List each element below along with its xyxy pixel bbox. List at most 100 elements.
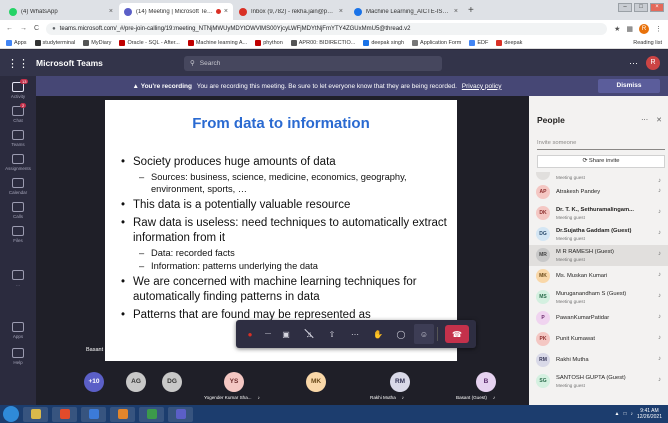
participant-tile[interactable]: B: [476, 372, 496, 392]
tab-close-icon[interactable]: ×: [224, 8, 228, 15]
browser-tab[interactable]: (4) WhatsApp ×: [4, 3, 118, 20]
rail-item-files[interactable]: Files: [0, 226, 36, 243]
camera-off-icon[interactable]: ▣: [276, 324, 296, 344]
participant-tile[interactable]: MK: [306, 372, 326, 392]
participant-tile[interactable]: RM: [390, 372, 410, 392]
mic-off-icon[interactable]: ♪: [658, 230, 661, 236]
bookmark-item[interactable]: deepak: [496, 39, 522, 46]
bookmark-item[interactable]: MyDiary: [83, 39, 111, 46]
bookmark-item[interactable]: EDF: [469, 39, 488, 46]
network-icon[interactable]: □: [623, 411, 626, 417]
browser-menu-icon[interactable]: ⋮: [655, 25, 662, 33]
browser-tab[interactable]: (14) Meeting | Microsoft Teams ×: [119, 3, 233, 20]
forward-button[interactable]: →: [20, 25, 27, 32]
mic-off-icon[interactable]: ♪: [658, 377, 661, 383]
user-avatar[interactable]: R: [646, 56, 660, 70]
browser-tab[interactable]: Inbox (9,782) - rekha.jain@poornima.org×: [234, 3, 348, 20]
participant-row[interactable]: MR M R RAMESH (Guest) Meeting guest ♪: [529, 245, 668, 266]
participant-row[interactable]: DK Dr. T. K., Sethuramalingam... Meeting g…: [529, 203, 668, 224]
taskbar-app-button[interactable]: [139, 406, 164, 422]
browser-tab[interactable]: Machine Learning_AICTE-ISTE-... ×: [349, 3, 463, 20]
rail-item-[interactable]: ...: [0, 270, 36, 287]
rail-item-chat[interactable]: Chat 2: [0, 103, 36, 123]
rail-item-activity[interactable]: Activity 13: [0, 79, 36, 99]
bookmark-item[interactable]: deepak singh: [363, 39, 404, 46]
participant-row[interactable]: P PawanKumarPatidar ♪: [529, 308, 668, 329]
invite-someone-input[interactable]: Invite someone: [537, 137, 665, 150]
bookmark-item[interactable]: Apps: [6, 39, 27, 46]
share-screen-icon[interactable]: ⇧: [322, 324, 342, 344]
mic-off-icon[interactable]: ♪: [658, 188, 661, 194]
mic-off-icon[interactable]: ♪: [658, 251, 661, 257]
participant-row[interactable]: DG Dr.Sujatha Gaddam (Guest) Meeting guest…: [529, 224, 668, 245]
participant-tile[interactable]: YS: [224, 372, 244, 392]
profile-avatar[interactable]: R: [639, 23, 649, 34]
participants-icon[interactable]: ☺: [414, 324, 434, 344]
tray-arrow-icon[interactable]: ▲: [614, 411, 619, 417]
taskbar-app-button[interactable]: [52, 406, 77, 422]
taskbar-app-button[interactable]: [168, 406, 193, 422]
bookmark-item[interactable]: studyterminal: [34, 39, 75, 46]
extensions-icon[interactable]: ▦: [626, 25, 633, 33]
taskbar-app-button[interactable]: [81, 406, 106, 422]
minimize-button[interactable]: –: [618, 3, 632, 12]
mic-off-icon[interactable]: ♪: [658, 314, 661, 320]
participant-row[interactable]: Meeting guest ♪: [529, 172, 668, 184]
rail-item-assignments[interactable]: Assignments: [0, 154, 36, 171]
participant-row[interactable]: AP Atrakesh Pandey ♪: [529, 182, 668, 203]
participant-tile[interactable]: DG: [162, 372, 182, 392]
new-tab-button[interactable]: +: [468, 5, 474, 16]
mic-off-icon[interactable]: ♪: [658, 209, 661, 215]
more-actions-icon[interactable]: ⋯: [345, 324, 365, 344]
rail-item-help[interactable]: Help: [0, 348, 36, 365]
mic-off-icon[interactable]: ♪: [658, 356, 661, 362]
participant-tile[interactable]: AG: [126, 372, 146, 392]
taskbar-app-button[interactable]: [23, 406, 48, 422]
raise-hand-icon[interactable]: ✋: [368, 324, 388, 344]
rail-item-teams[interactable]: Teams: [0, 130, 36, 147]
bookmark-item[interactable]: Oracle - SQL - After...: [119, 39, 180, 46]
participant-tile[interactable]: +10: [84, 372, 104, 392]
panel-close-icon[interactable]: ✕: [656, 117, 662, 124]
more-options-icon[interactable]: ⋯: [629, 58, 638, 69]
tray-clock[interactable]: 9:41 AM 12/26/2021: [637, 408, 662, 420]
hang-up-button[interactable]: ☎: [445, 325, 469, 343]
tab-close-icon[interactable]: ×: [454, 8, 458, 15]
reload-button[interactable]: C: [34, 25, 39, 32]
rail-item-apps[interactable]: Apps: [0, 322, 36, 339]
app-launcher-icon[interactable]: ⋮⋮: [0, 57, 36, 70]
tab-close-icon[interactable]: ×: [109, 8, 113, 15]
reading-list-button[interactable]: Reading list: [633, 40, 662, 46]
participant-row[interactable]: PK Punit Kumawat ♪: [529, 329, 668, 350]
bookmark-item[interactable]: Machine learning A...: [187, 39, 247, 46]
participant-row[interactable]: RM Rakhi Mutha ♪: [529, 350, 668, 371]
mic-off-icon[interactable]: ♪: [658, 335, 661, 341]
mic-off-icon[interactable]: ♪: [658, 293, 661, 299]
privacy-policy-link[interactable]: Privacy policy: [462, 83, 502, 90]
dismiss-button[interactable]: Dismiss: [598, 79, 660, 93]
participant-row[interactable]: MS Muruganandham S (Guest) Meeting guest ♪: [529, 287, 668, 308]
share-invite-button[interactable]: ⟳ Share invite: [537, 155, 665, 168]
bookmark-item[interactable]: APR00: BIDIRECTIO...: [290, 39, 355, 46]
taskbar-app-button[interactable]: [110, 406, 135, 422]
url-field[interactable]: ● teams.microsoft.com/_#/pre-join-callin…: [46, 22, 608, 35]
bookmark-star-icon[interactable]: ★: [614, 25, 620, 33]
participant-row[interactable]: MK Ms. Muskan Kumari ♪: [529, 266, 668, 287]
tab-close-icon[interactable]: ×: [339, 8, 343, 15]
bookmark-item[interactable]: phython: [255, 39, 283, 46]
maximize-button[interactable]: □: [634, 3, 648, 12]
search-input[interactable]: ⚲ Search: [184, 55, 442, 71]
mic-off-icon[interactable]: ♪: [658, 272, 661, 278]
start-button[interactable]: [3, 406, 19, 422]
close-window-button[interactable]: ×: [650, 3, 664, 12]
bookmark-item[interactable]: Application Form: [412, 39, 461, 46]
back-button[interactable]: ←: [6, 25, 13, 32]
rail-item-calendar[interactable]: Calendar: [0, 178, 36, 195]
participant-row[interactable]: SG SANTOSH GUPTA (Guest) Meeting guest ♪: [529, 371, 668, 392]
rail-item-calls[interactable]: Calls: [0, 202, 36, 219]
taskbar-app-icon: [175, 409, 186, 419]
volume-icon[interactable]: ♪: [630, 411, 633, 417]
panel-more-icon[interactable]: ⋯: [641, 117, 648, 124]
mic-muted-icon[interactable]: ♫: [299, 324, 319, 344]
chat-icon[interactable]: ◯: [391, 324, 411, 344]
